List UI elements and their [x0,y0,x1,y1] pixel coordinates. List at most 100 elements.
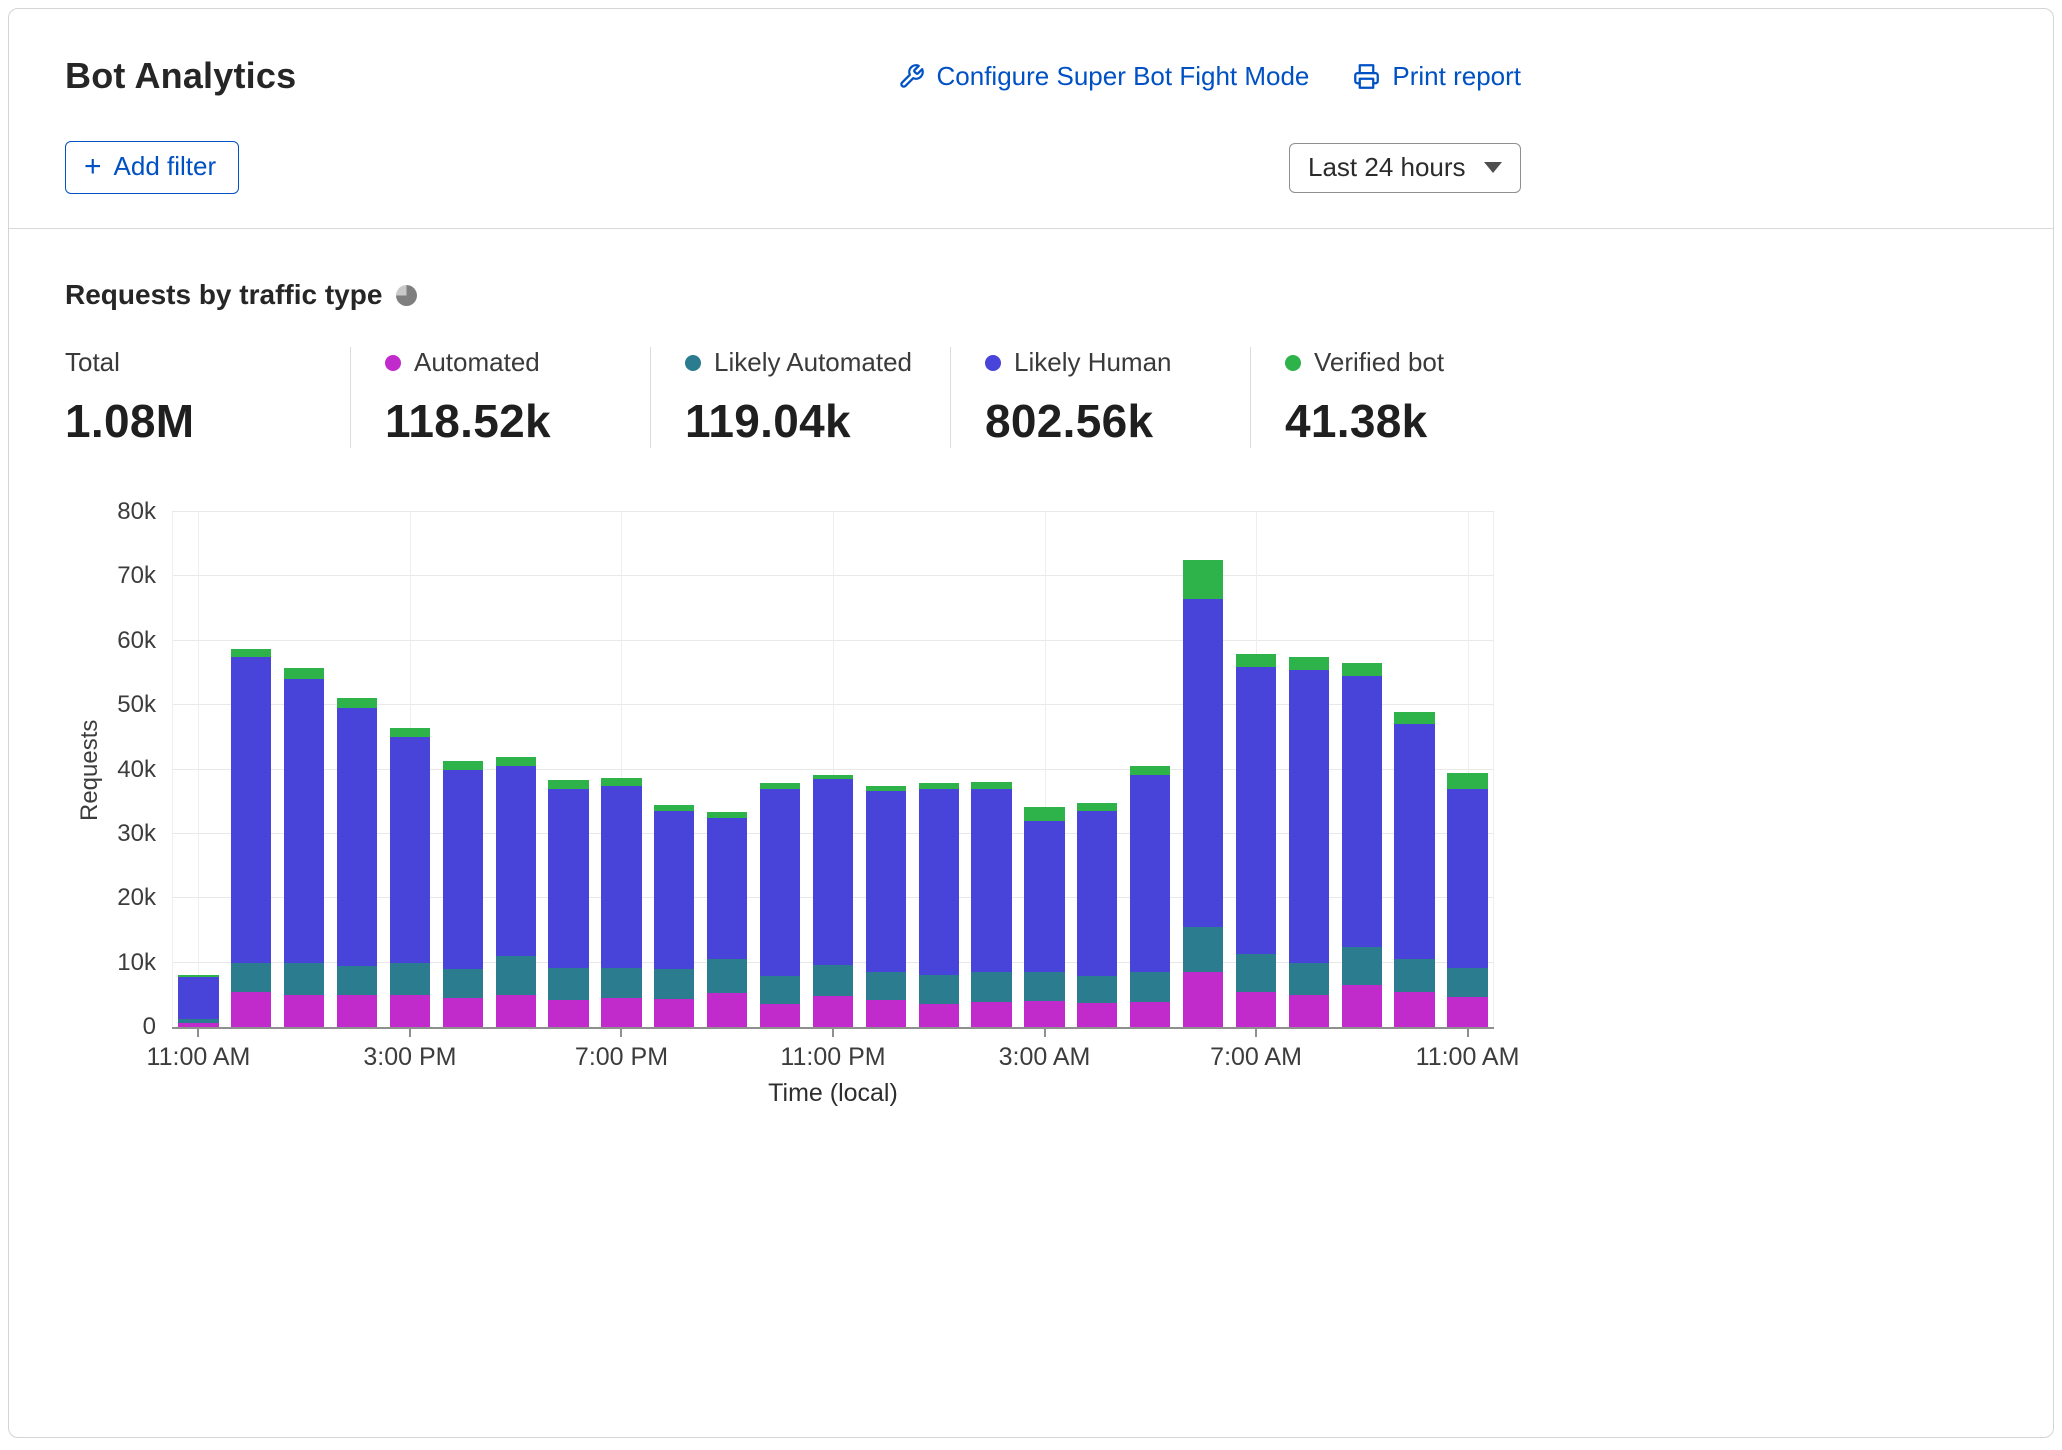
stacked-bar[interactable] [1024,512,1064,1027]
stacked-bar[interactable] [1394,512,1434,1027]
bar-slot [965,512,1018,1027]
y-axis-title: Requests [76,512,104,1029]
stacked-bar[interactable] [866,512,906,1027]
bar-slot [595,512,648,1027]
time-range-select[interactable]: Last 24 hours [1289,143,1521,193]
stacked-bar[interactable] [1289,512,1329,1027]
bar-segment-likely-automated [760,976,800,1004]
section-title: Requests by traffic type [65,279,382,311]
stacked-bar[interactable] [443,512,483,1027]
y-tick-label: 10k [117,949,156,977]
tick-mark [1255,1029,1257,1037]
bar-segment-likely-automated [337,966,377,995]
y-tick-label: 20k [117,884,156,912]
bar-slot [436,512,489,1027]
stacked-bar[interactable] [284,512,324,1027]
bar-segment-likely-automated [284,963,324,995]
bar-segment-likely-automated [866,972,906,1000]
bar-segment-likely-automated [601,968,641,998]
bar-slot [225,512,278,1027]
stacked-bar[interactable] [231,512,271,1027]
stacked-bar[interactable] [919,512,959,1027]
stacked-bar[interactable] [813,512,853,1027]
bar-segment-verified-bot [1130,766,1170,774]
bar-segment-automated [971,1002,1011,1027]
bar-segment-likely-human [443,770,483,970]
bar-segment-automated [496,995,536,1027]
stacked-bar[interactable] [1130,512,1170,1027]
bar-segment-likely-automated [1077,976,1117,1004]
wrench-icon [898,63,925,90]
bar-segment-likely-automated [813,965,853,996]
bar-segment-likely-automated [919,975,959,1004]
time-range-value: Last 24 hours [1308,152,1466,183]
stat-verified-bot-value: 41.38k [1285,394,1550,448]
stat-likely-human-value: 802.56k [985,394,1250,448]
add-filter-label: Add filter [114,151,217,182]
bar-segment-verified-bot [390,728,430,738]
bar-segment-likely-human [1447,789,1487,968]
bar-segment-likely-automated [707,959,747,992]
bar-segment-likely-human [1024,821,1064,972]
stacked-bar[interactable] [1183,512,1223,1027]
bar-segment-automated [337,995,377,1027]
plus-icon: + [84,154,102,180]
bar-segment-automated [443,998,483,1027]
bar-segment-likely-automated [496,956,536,995]
bar-segment-automated [760,1004,800,1027]
x-tick-label: 7:00 PM [575,1043,668,1072]
stacked-bar[interactable] [760,512,800,1027]
bar-segment-automated [1342,985,1382,1027]
stat-total: Total 1.08M [65,347,350,448]
stacked-bar[interactable] [1447,512,1487,1027]
bar-slot [489,512,542,1027]
bar-segment-likely-automated [1394,959,1434,991]
bar-segment-automated [284,995,324,1027]
print-report-link[interactable]: Print report [1353,61,1521,92]
bar-segment-likely-human [1342,676,1382,946]
stacked-bar[interactable] [601,512,641,1027]
stacked-bar[interactable] [971,512,1011,1027]
stacked-bar[interactable] [548,512,588,1027]
bar-segment-verified-bot [1183,560,1223,599]
bar-segment-automated [1130,1002,1170,1027]
bar-segment-likely-human [813,779,853,965]
stacked-bar[interactable] [654,512,694,1027]
bar-slot [1441,512,1494,1027]
bar-segment-likely-human [284,679,324,962]
bars [172,512,1494,1027]
bar-segment-likely-human [231,657,271,963]
bar-slot [1071,512,1124,1027]
bar-segment-likely-automated [1289,963,1329,995]
bar-segment-automated [1394,992,1434,1027]
bar-segment-likely-automated [1447,968,1487,997]
stacked-bar[interactable] [178,512,218,1027]
bar-segment-likely-automated [1130,972,1170,1002]
stacked-bar[interactable] [707,512,747,1027]
stacked-bar[interactable] [496,512,536,1027]
bar-segment-automated [1077,1003,1117,1027]
bar-segment-verified-bot [496,757,536,767]
x-tick-label: 3:00 AM [999,1043,1091,1072]
bar-segment-likely-automated [1342,947,1382,986]
stacked-bar[interactable] [1236,512,1276,1027]
bar-slot [1388,512,1441,1027]
configure-super-bot-fight-mode-link[interactable]: Configure Super Bot Fight Mode [898,61,1310,92]
bar-slot [1124,512,1177,1027]
bar-segment-automated [178,1023,218,1027]
plot-area: 010k20k30k40k50k60k70k80k [172,512,1494,1029]
bar-segment-verified-bot [548,780,588,789]
stacked-bar[interactable] [1342,512,1382,1027]
bar-slot [1177,512,1230,1027]
bar-segment-likely-human [178,977,218,1019]
stacked-bar[interactable] [390,512,430,1027]
stat-likely-human-label: Likely Human [1014,347,1172,378]
automated-legend-dot [385,355,401,371]
stat-automated: Automated 118.52k [350,347,650,448]
bar-segment-automated [654,999,694,1027]
stacked-bar[interactable] [337,512,377,1027]
stacked-bar[interactable] [1077,512,1117,1027]
add-filter-button[interactable]: + Add filter [65,141,239,194]
traffic-type-stats: Total 1.08M Automated 118.52k Likely Aut… [65,347,1521,448]
bar-segment-verified-bot [1024,807,1064,821]
